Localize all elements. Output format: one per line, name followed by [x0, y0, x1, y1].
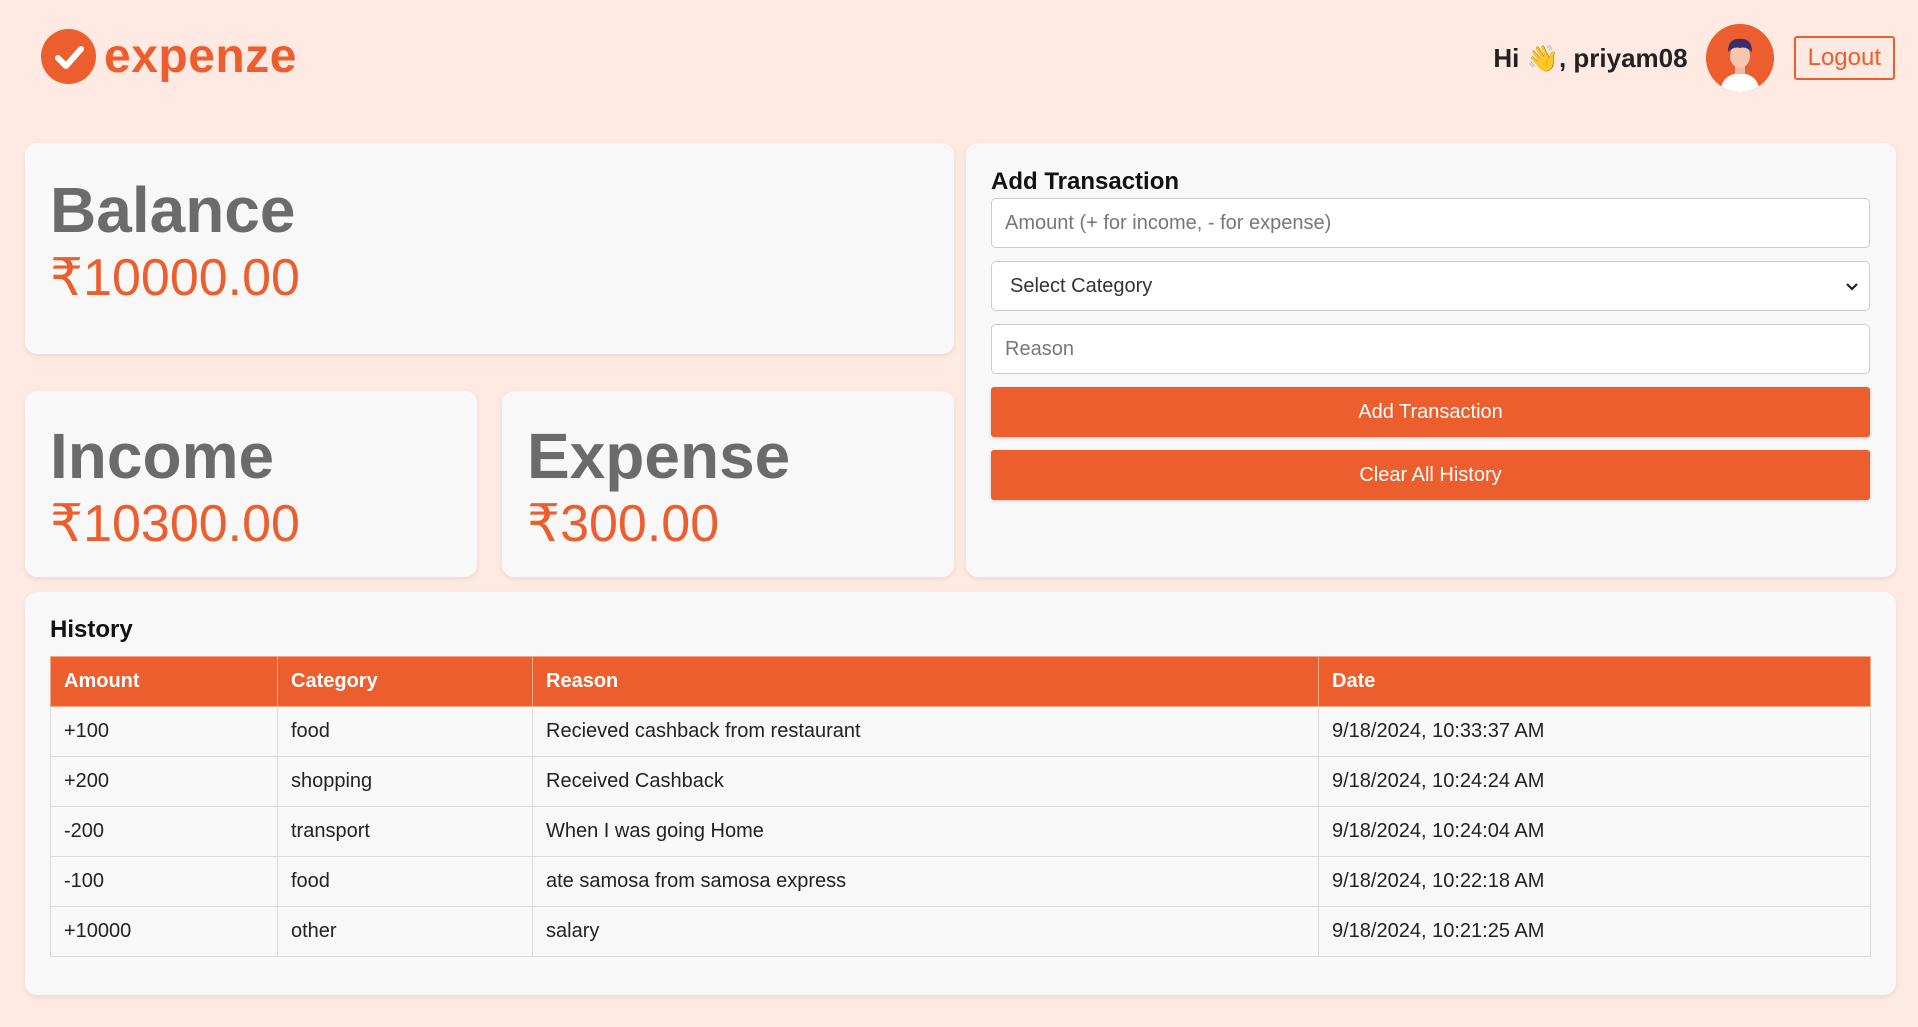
income-value: ₹10300.00 — [50, 495, 300, 553]
cell-category: food — [277, 856, 533, 907]
history-card: History Amount Category Reason Date +100… — [25, 592, 1896, 995]
logo[interactable]: expenze — [41, 29, 297, 84]
check-circle-icon — [41, 29, 96, 84]
income-title: Income — [50, 420, 275, 492]
cell-amount: -100 — [50, 856, 278, 907]
cell-date: 9/18/2024, 10:24:24 AM — [1318, 756, 1871, 807]
table-row: -200 transport When I was going Home 9/1… — [50, 806, 1871, 857]
column-header-date: Date — [1318, 656, 1871, 707]
cell-reason: Received Cashback — [532, 756, 1319, 807]
clear-history-button[interactable]: Clear All History — [991, 450, 1870, 500]
cell-category: shopping — [277, 756, 533, 807]
table-row: -100 food ate samosa from samosa express… — [50, 856, 1871, 907]
add-transaction-card: Add Transaction Amount (+ for income, - … — [966, 143, 1896, 577]
balance-card: Balance ₹10000.00 — [25, 143, 954, 354]
income-card: Income ₹10300.00 — [25, 391, 477, 577]
table-row: +200 shopping Received Cashback 9/18/202… — [50, 756, 1871, 807]
user-area: Hi 👋, priyam08 Logout — [1493, 24, 1895, 92]
cell-amount: -200 — [50, 806, 278, 857]
amount-placeholder: Amount (+ for income, - for expense) — [1005, 211, 1332, 234]
top-bar: expenze Hi 👋, priyam08 Logout — [0, 0, 1918, 120]
avatar[interactable] — [1705, 24, 1774, 92]
column-header-reason: Reason — [532, 656, 1319, 707]
reason-input[interactable]: Reason — [991, 324, 1870, 374]
reason-placeholder: Reason — [1005, 337, 1074, 360]
cell-category: transport — [277, 806, 533, 857]
category-select[interactable]: Select Category — [991, 261, 1870, 311]
cell-amount: +10000 — [50, 906, 278, 957]
table-row: +10000 other salary 9/18/2024, 10:21:25 … — [50, 906, 1871, 957]
history-title: History — [50, 616, 133, 643]
history-table: Amount Category Reason Date +100 food Re… — [50, 656, 1871, 957]
cell-reason: When I was going Home — [532, 806, 1319, 857]
expense-title: Expense — [527, 420, 791, 492]
cell-reason: Recieved cashback from restaurant — [532, 706, 1319, 757]
add-transaction-button[interactable]: Add Transaction — [991, 387, 1870, 437]
expense-card: Expense ₹300.00 — [502, 391, 954, 577]
cell-category: other — [277, 906, 533, 957]
logo-text: expenze — [104, 29, 297, 83]
expense-value: ₹300.00 — [527, 495, 720, 553]
cell-amount: +100 — [50, 706, 278, 757]
cell-category: food — [277, 706, 533, 757]
cell-date: 9/18/2024, 10:21:25 AM — [1318, 906, 1871, 957]
cell-amount: +200 — [50, 756, 278, 807]
amount-input[interactable]: Amount (+ for income, - for expense) — [991, 198, 1870, 248]
greeting-text: Hi 👋, priyam08 — [1493, 42, 1688, 73]
balance-title: Balance — [50, 174, 296, 246]
balance-value: ₹10000.00 — [50, 249, 300, 307]
cell-date: 9/18/2024, 10:33:37 AM — [1318, 706, 1871, 757]
form-title: Add Transaction — [991, 168, 1180, 195]
chevron-down-icon — [1845, 275, 1859, 298]
column-header-amount: Amount — [50, 656, 278, 707]
logout-button[interactable]: Logout — [1793, 36, 1895, 80]
table-header-row: Amount Category Reason Date — [50, 656, 1871, 707]
category-selected-value: Select Category — [1010, 274, 1153, 297]
cell-reason: salary — [532, 906, 1319, 957]
cell-date: 9/18/2024, 10:24:04 AM — [1318, 806, 1871, 857]
column-header-category: Category — [277, 656, 533, 707]
cell-date: 9/18/2024, 10:22:18 AM — [1318, 856, 1871, 907]
table-row: +100 food Recieved cashback from restaur… — [50, 706, 1871, 757]
cell-reason: ate samosa from samosa express — [532, 856, 1319, 907]
